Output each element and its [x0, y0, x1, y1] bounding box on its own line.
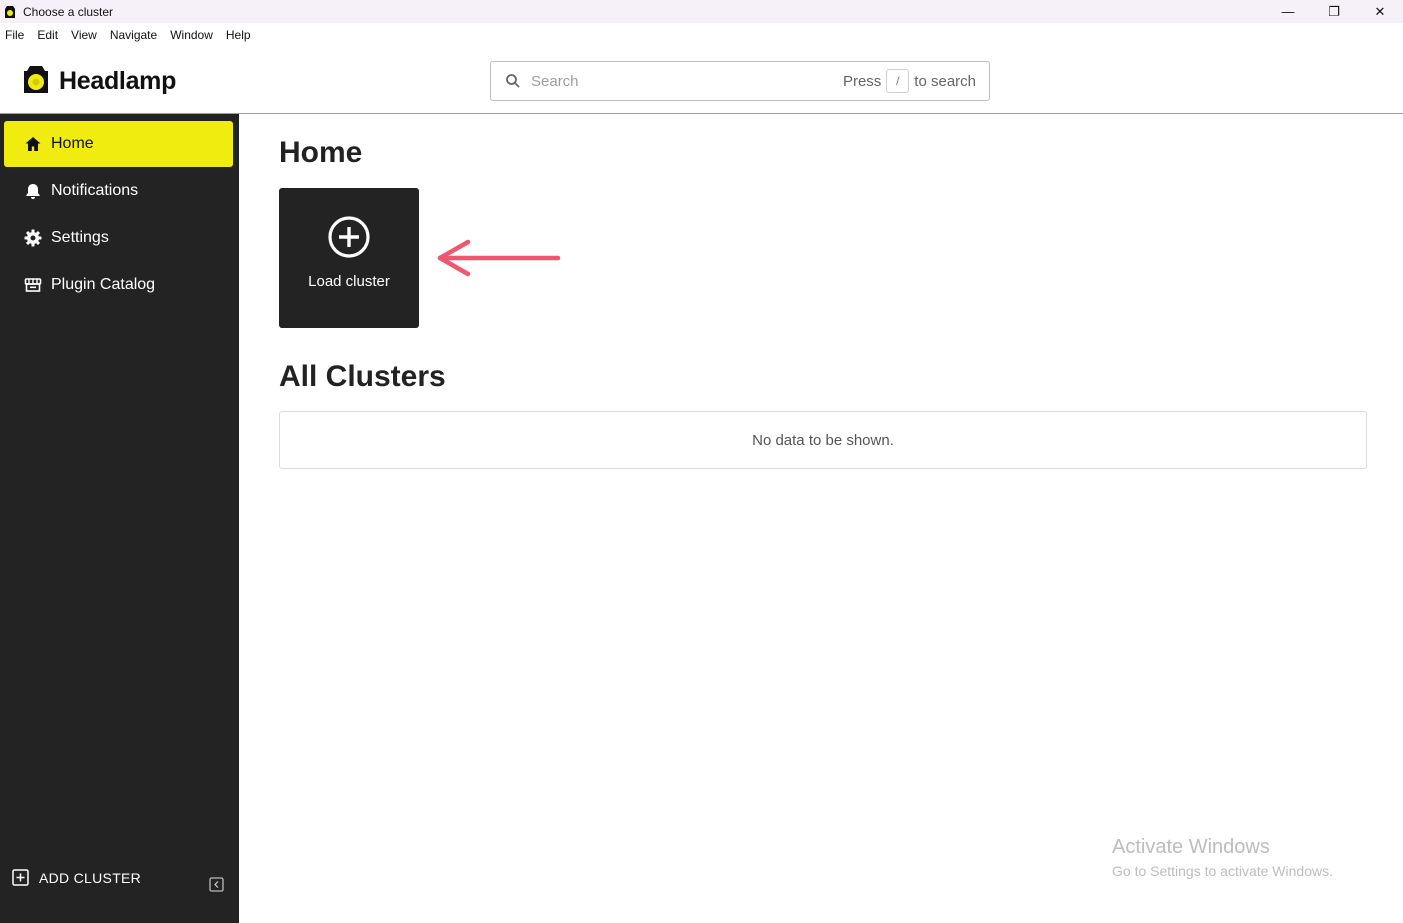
window-controls: — ❐ ✕ — [1265, 0, 1403, 23]
headlamp-app-icon — [4, 5, 16, 19]
search-icon — [505, 73, 521, 89]
all-clusters-title: All Clusters — [279, 360, 446, 393]
brand-name: Headlamp — [59, 66, 177, 95]
sidebar-footer: ADD CLUSTER — [0, 869, 239, 899]
sidebar-item-plugin-catalog[interactable]: Plugin Catalog — [4, 262, 233, 308]
search-box[interactable]: Press / to search — [490, 61, 990, 101]
menu-file[interactable]: File — [5, 28, 24, 42]
search-input[interactable] — [531, 72, 811, 90]
search-hint-suffix: to search — [914, 72, 976, 90]
menu-navigate[interactable]: Navigate — [110, 28, 157, 42]
restore-button[interactable]: ❐ — [1311, 0, 1357, 23]
menu-view[interactable]: View — [71, 28, 97, 42]
add-cluster-button[interactable]: ADD CLUSTER — [12, 869, 141, 886]
load-cluster-button[interactable]: Load cluster — [279, 188, 419, 328]
search-shortcut-hint: Press / to search — [843, 62, 976, 100]
gear-icon — [24, 229, 42, 247]
watermark-title: Activate Windows — [1112, 836, 1270, 858]
sidebar-item-label: Settings — [51, 229, 109, 246]
menu-help[interactable]: Help — [226, 28, 251, 42]
clusters-table: No data to be shown. — [279, 411, 1367, 469]
menu-window[interactable]: Window — [170, 28, 213, 42]
sidebar-item-home[interactable]: Home — [4, 121, 233, 167]
pointer-arrow-icon — [434, 236, 564, 280]
add-circle-icon — [327, 215, 371, 259]
load-cluster-label: Load cluster — [308, 273, 390, 290]
home-icon — [24, 135, 42, 153]
sidebar-item-notifications[interactable]: Notifications — [4, 168, 233, 214]
search-shortcut-key: / — [886, 69, 910, 93]
bell-icon — [24, 182, 42, 200]
close-button[interactable]: ✕ — [1357, 0, 1403, 23]
minimize-button[interactable]: — — [1265, 0, 1311, 23]
collapse-sidebar-icon[interactable] — [209, 877, 224, 892]
search-hint-prefix: Press — [842, 72, 882, 90]
sidebar: Home Notifications Settings Plugin Catal… — [0, 114, 239, 923]
app-header: Headlamp Press / to search — [0, 47, 1403, 114]
menu-bar: File Edit View Navigate Window Help — [0, 23, 1403, 47]
headlamp-logo-icon — [22, 65, 50, 97]
window-title: Choose a cluster — [23, 4, 114, 19]
sidebar-item-label: Notifications — [51, 182, 139, 199]
watermark-subtitle: Go to Settings to activate Windows. — [1112, 863, 1333, 879]
window-titlebar: Choose a cluster — ❐ ✕ — [0, 0, 1403, 23]
sidebar-item-settings[interactable]: Settings — [4, 215, 233, 261]
page-title: Home — [279, 136, 363, 169]
add-cluster-label: ADD CLUSTER — [39, 869, 142, 886]
store-icon — [24, 276, 42, 294]
menu-edit[interactable]: Edit — [37, 28, 58, 42]
add-box-icon — [12, 869, 29, 886]
activation-watermark: Activate Windows Go to Settings to activ… — [1112, 836, 1333, 879]
main-content: Home Load cluster All Clusters No data t… — [239, 114, 1403, 923]
sidebar-item-label: Plugin Catalog — [51, 276, 156, 293]
sidebar-item-label: Home — [51, 135, 94, 152]
brand-link[interactable]: Headlamp — [22, 65, 176, 97]
empty-state-text: No data to be shown. — [752, 431, 894, 449]
